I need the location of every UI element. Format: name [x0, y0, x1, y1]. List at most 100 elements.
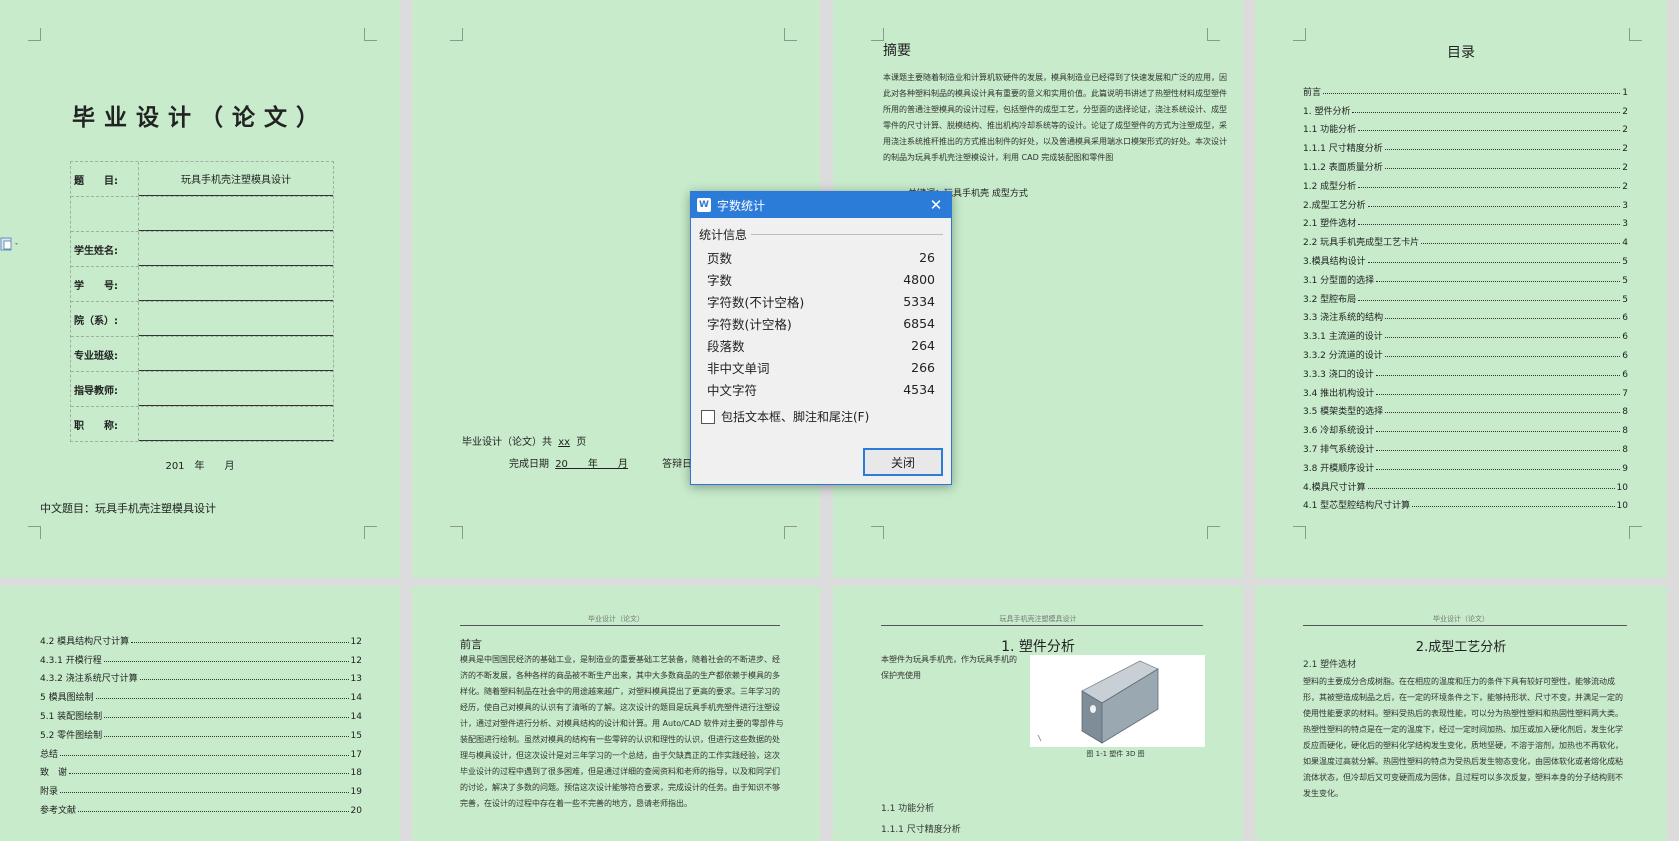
toc-entry[interactable]: 4.模具尺寸计算 10: [1303, 474, 1628, 493]
toc-entry[interactable]: 5.1 装配图绘制 14: [40, 703, 362, 722]
toc-entry-label: 参考文献: [40, 805, 77, 816]
toc-leader-dots: [60, 754, 349, 756]
toc-leader-dots: [1376, 468, 1621, 470]
toc-entry[interactable]: 4.3.2 浇注系统尺寸计算 13: [40, 666, 362, 685]
toc-entry-label: 3.4 推出机构设计: [1303, 388, 1375, 399]
section2-heading: 2.成型工艺分析: [1415, 640, 1507, 655]
cover-row: 学 号:: [71, 267, 333, 302]
toc-entry-page: 3: [1622, 200, 1628, 211]
toc-entry-page: 12: [350, 636, 362, 647]
cover-value: [139, 302, 333, 336]
cover-value: [139, 197, 333, 231]
toc-entry[interactable]: 3.模具结构设计 5: [1303, 248, 1628, 267]
crop-mark: [871, 526, 884, 539]
toc-entry[interactable]: 3.1 分型面的选择 5: [1303, 267, 1628, 286]
toc-entry-label: 2.2 玩具手机壳成型工艺卡片: [1303, 238, 1420, 249]
toc-entry[interactable]: 参考文献 20: [40, 797, 362, 816]
stat-label: 字数: [707, 272, 733, 288]
toc-entry-page: 8: [1622, 407, 1628, 418]
page-header: 玩具手机壳注塑模具设计: [999, 615, 1077, 623]
toc-title: 目录: [1447, 45, 1475, 61]
toc-entry-label: 3.5 模架类型的选择: [1303, 407, 1384, 418]
close-button[interactable]: 关闭: [863, 448, 943, 476]
toc-leader-dots: [104, 716, 349, 718]
toc-entry[interactable]: 2.2 玩具手机壳成型工艺卡片 4: [1303, 229, 1628, 248]
toc-leader-dots: [1384, 149, 1621, 151]
cover-label: 专业班级:: [71, 337, 139, 371]
section1-text: 本塑件为玩具手机壳，作为玩具手机的保护壳使用: [881, 655, 1017, 680]
toc-entry-label: 1.1.2 表面质量分析: [1303, 162, 1383, 173]
toc-entry[interactable]: 5 模具图绘制 14: [40, 684, 362, 703]
toc-entry[interactable]: 总结 17: [40, 741, 362, 760]
toc-entry[interactable]: 4.2 模具结构尺寸计算 12: [40, 628, 362, 647]
toc-entry[interactable]: 1.2 成型分析 2: [1303, 173, 1628, 192]
toc-entry-page: 13: [350, 674, 362, 685]
toc-leader-dots: [1367, 205, 1621, 207]
toc-entry[interactable]: 3.4 推出机构设计 7: [1303, 380, 1628, 399]
cover-label: 职 称:: [71, 407, 139, 441]
checkbox-box[interactable]: [701, 409, 715, 424]
finish-date-label: 完成日期: [509, 459, 549, 470]
toc-entry-page: 5: [1622, 275, 1628, 286]
cover-row: 指导教师:: [71, 372, 333, 407]
toc-list-continued: 4.2 模具结构尺寸计算 12 4.3.1 开模行程 12 4.3.2 浇注系统尺寸计算…: [40, 628, 362, 816]
toc-entry[interactable]: 3.3.3 浇口的设计 6: [1303, 361, 1628, 380]
toc-entry[interactable]: 致 谢 18: [40, 760, 362, 778]
toc-entry-label: 3.2 型腔布局: [1303, 294, 1357, 305]
cover-value: [139, 267, 333, 301]
toc-entry[interactable]: 3.6 冷却系统设计 8: [1303, 417, 1628, 436]
toc-entry-page: 7: [1622, 388, 1628, 399]
figure-caption: 图 1-1 塑件 3D 图: [1086, 750, 1145, 758]
toc-entry[interactable]: 2.1 塑件选材 3: [1303, 211, 1628, 229]
toc-entry-label: 3.8 开模顺序设计: [1303, 463, 1375, 474]
toc-entry[interactable]: 3.3.1 主流道的设计 6: [1303, 323, 1628, 342]
word-count-dialog: W 字数统计 ✕ 统计信息 页数 26 字数 4800 字符数(不计空格) 5334 …: [690, 191, 952, 485]
toc-entry[interactable]: 1.1 功能分析 2: [1303, 117, 1628, 136]
crop-mark: [450, 28, 463, 41]
toc-entry[interactable]: 4.3.1 开模行程 12: [40, 647, 362, 666]
stats-list: 页数 26 字数 4800 字符数(不计空格) 5334 字符数(计空格) 6854 段…: [691, 246, 951, 400]
paste-options-icon[interactable]: [0, 236, 20, 252]
toc-entry-label: 1.1.1 尺寸精度分析: [1303, 144, 1383, 155]
toc-leader-dots: [103, 660, 349, 662]
toc-entry[interactable]: 前言 1: [1303, 79, 1628, 98]
toc-entry[interactable]: 3.3.2 分流道的设计 6: [1303, 342, 1628, 361]
toc-entry[interactable]: 4.1 型芯型腔结构尺寸计算 10: [1303, 493, 1628, 512]
preface-page: 毕业设计（论文） 前言 模具是中国国民经济的基础工业，是制造业的重要基础工艺装备…: [412, 586, 820, 841]
toc-entry[interactable]: 1.1.2 表面质量分析 2: [1303, 154, 1628, 173]
toc-entry[interactable]: 3.2 型腔布局 5: [1303, 286, 1628, 305]
dialog-title-bar[interactable]: W 字数统计 ✕: [691, 192, 951, 218]
toc-entry-label: 3.3.2 分流道的设计: [1303, 350, 1383, 361]
cover-label: 学 号:: [71, 267, 139, 301]
toc-entry[interactable]: 1. 塑件分析 2: [1303, 98, 1628, 117]
cover-label: 题 目:: [71, 162, 139, 196]
toc-entry[interactable]: 2.成型工艺分析 3: [1303, 192, 1628, 211]
toc-entry[interactable]: 5.2 零件图绘制 15: [40, 722, 362, 741]
stat-label: 页数: [707, 250, 733, 266]
toc-leader-dots: [1376, 449, 1621, 451]
toc-entry-label: 4.1 型芯型腔结构尺寸计算: [1303, 501, 1411, 512]
toc-entry-page: 15: [350, 730, 362, 741]
stat-row: 段落数 264: [691, 334, 951, 356]
stat-label: 非中文单词: [707, 360, 770, 376]
toc-entry[interactable]: 3.8 开模顺序设计 9: [1303, 455, 1628, 474]
cover-value: 玩具手机壳注塑模具设计: [139, 162, 333, 196]
stat-value: 5334: [903, 293, 935, 309]
close-icon[interactable]: ✕: [921, 192, 951, 218]
toc-leader-dots: [1384, 337, 1621, 339]
toc-entry[interactable]: 附录 19: [40, 778, 362, 797]
crop-mark: [1207, 28, 1220, 41]
stat-value: 26: [919, 249, 935, 265]
toc-entry-label: 5.1 装配图绘制: [40, 711, 103, 722]
toc-entry[interactable]: 1.1.1 尺寸精度分析 2: [1303, 135, 1628, 154]
toc-entry-page: 20: [350, 805, 362, 816]
toc-entry[interactable]: 3.7 排气系统设计 8: [1303, 436, 1628, 455]
section2-text: 塑料的主要成分合成树脂。在在相应的温度和压力的条件下具有较好可塑性，能够流动成形…: [1303, 677, 1623, 798]
toc-entry[interactable]: 3.3 浇注系统的结构 6: [1303, 305, 1628, 323]
stat-label: 中文字符: [707, 382, 758, 398]
section2-page: 毕业设计（论文） 2.成型工艺分析 2.1 塑件选材 塑料的主要成分合成树脂。在…: [1255, 586, 1667, 841]
include-textbox-checkbox[interactable]: 包括文本框、脚注和尾注(F): [701, 408, 951, 425]
toc-entry-page: 2: [1622, 125, 1628, 136]
finish-date-value: 20 年 月: [555, 459, 628, 470]
toc-entry[interactable]: 3.5 模架类型的选择 8: [1303, 399, 1628, 418]
